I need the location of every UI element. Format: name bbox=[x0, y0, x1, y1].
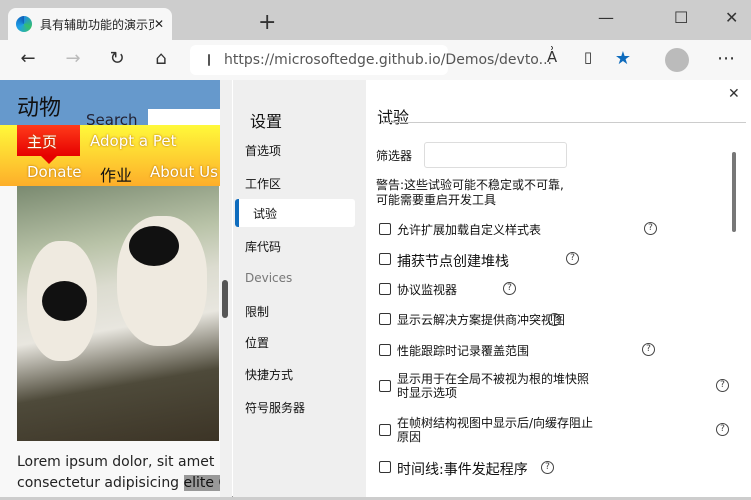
experiment-row[interactable]: 允许扩展加载自定义样式表 bbox=[379, 221, 541, 238]
settings-sidebar: 设置 首选项 工作区 试验 库代码 Devices 限制 位置 快捷方式 符号服… bbox=[233, 80, 366, 497]
filter-label: 筛选器 bbox=[376, 149, 413, 163]
experiment-label: 允许扩展加载自定义样式表 bbox=[397, 223, 542, 237]
refresh-button[interactable]: ↻ bbox=[105, 48, 129, 69]
web-page: 动物 Search 主页 Adopt a Pet Donate 作业 About… bbox=[0, 80, 232, 497]
lorem-line: Lorem ipsum dolor, sit amet bbox=[17, 454, 215, 470]
help-icon[interactable]: ? bbox=[566, 252, 579, 265]
close-window-button[interactable]: ✕ bbox=[725, 8, 738, 27]
filter-input[interactable] bbox=[424, 142, 567, 168]
close-settings-icon[interactable]: ✕ bbox=[728, 86, 740, 102]
tab-title: 具有辅助功能的演示页为 bbox=[40, 17, 154, 32]
experiment-row[interactable]: 显示云解决方案提供商冲突视图 bbox=[379, 311, 565, 328]
profile-avatar[interactable] bbox=[665, 48, 689, 72]
forward-button[interactable]: → bbox=[61, 48, 85, 69]
experiment-row[interactable]: 显示用于在全局不被视为根的堆快照时显示选项 bbox=[379, 372, 599, 400]
experiment-row[interactable]: 捕获节点创建堆栈 bbox=[379, 251, 509, 271]
experiment-row[interactable]: 协议监视器 bbox=[379, 281, 457, 298]
nav-work[interactable]: 作业 bbox=[100, 162, 132, 186]
sheep-image bbox=[17, 186, 219, 441]
experiment-label: 在帧树结构视图中显示后/向缓存阻止原因 bbox=[397, 416, 594, 444]
checkbox[interactable] bbox=[379, 253, 391, 265]
experiment-label: 时间线:事件发起程序 bbox=[397, 462, 528, 478]
checkbox[interactable] bbox=[379, 313, 391, 325]
new-tab-button[interactable]: + bbox=[258, 10, 276, 35]
page-scrollbar[interactable] bbox=[220, 80, 232, 497]
minimize-button[interactable]: — bbox=[598, 8, 614, 27]
experiment-row[interactable]: 时间线:事件发起程序 bbox=[379, 459, 528, 479]
page-heading: 动物 bbox=[17, 96, 62, 121]
help-icon[interactable]: ? bbox=[541, 461, 554, 474]
edge-logo-icon bbox=[16, 16, 32, 32]
browser-tab[interactable]: 具有辅助功能的演示页为 ✕ bbox=[8, 8, 172, 40]
help-icon[interactable]: ? bbox=[716, 379, 729, 392]
page-nav: 主页 Adopt a Pet Donate 作业 About Us bbox=[0, 125, 220, 186]
panel-scrollbar[interactable] bbox=[732, 152, 736, 232]
panel-title: 试验 bbox=[377, 108, 410, 127]
help-icon[interactable]: ? bbox=[642, 343, 655, 356]
nav-about[interactable]: About Us bbox=[150, 163, 218, 181]
sidebar-item-shortcuts[interactable]: 快捷方式 bbox=[245, 366, 293, 383]
checkbox[interactable] bbox=[379, 380, 391, 392]
checkbox[interactable] bbox=[379, 344, 391, 356]
sidebar-item-devices[interactable]: Devices bbox=[245, 271, 292, 285]
nav-donate[interactable]: Donate bbox=[27, 163, 82, 181]
home-button[interactable]: ⌂ bbox=[149, 48, 173, 69]
sidebar-item-throttling[interactable]: 限制 bbox=[245, 303, 269, 320]
experiments-panel: ✕ 试验 筛选器 警告:这些试验可能不稳定或不可靠, 可能需要重启开发工具 允许… bbox=[366, 80, 751, 497]
warning-text: 警告:这些试验可能不稳定或不可靠, 可能需要重启开发工具 bbox=[376, 178, 564, 207]
experiment-label: 显示云解决方案提供商冲突视图 bbox=[397, 313, 566, 327]
back-button[interactable]: ← bbox=[16, 48, 40, 69]
favorite-star-icon[interactable]: ★ bbox=[611, 48, 635, 69]
experiment-row[interactable]: 性能跟踪时记录覆盖范围 bbox=[379, 342, 529, 359]
experiment-label: 性能跟踪时记录覆盖范围 bbox=[397, 344, 530, 358]
sidebar-item-locations[interactable]: 位置 bbox=[245, 334, 269, 351]
lorem-line: consectetur adipisicing bbox=[17, 475, 184, 491]
experiment-label: 显示用于在全局不被视为根的堆快照时显示选项 bbox=[397, 372, 590, 400]
checkbox[interactable] bbox=[379, 461, 391, 473]
url-text: https://microsoftedge.github.io/Demos/de… bbox=[224, 52, 552, 68]
immersive-reader-icon[interactable]: ▯ bbox=[576, 48, 600, 66]
checkbox[interactable] bbox=[379, 223, 391, 235]
experiment-label: 捕获节点创建堆栈 bbox=[397, 254, 509, 270]
divider bbox=[381, 122, 746, 123]
sidebar-item-ignore-list[interactable]: 库代码 bbox=[245, 238, 281, 255]
nav-adopt[interactable]: Adopt a Pet bbox=[90, 132, 176, 150]
help-icon[interactable]: ? bbox=[644, 222, 657, 235]
scrollbar-thumb[interactable] bbox=[222, 280, 228, 318]
experiment-label: 协议监视器 bbox=[397, 283, 458, 297]
help-icon[interactable]: ? bbox=[716, 423, 729, 436]
nav-home[interactable]: 主页 bbox=[17, 125, 80, 164]
experiment-row[interactable]: 在帧树结构视图中显示后/向缓存阻止原因 bbox=[379, 416, 599, 444]
help-icon[interactable]: ? bbox=[503, 282, 516, 295]
close-tab-icon[interactable]: ✕ bbox=[154, 17, 164, 31]
checkbox[interactable] bbox=[379, 424, 391, 436]
page-header: 动物 Search bbox=[0, 80, 220, 129]
read-aloud-icon[interactable]: A͗ bbox=[540, 48, 564, 66]
settings-title: 设置 bbox=[250, 112, 283, 131]
sidebar-item-symbol-server[interactable]: 符号服务器 bbox=[245, 399, 305, 416]
sidebar-item-experiments[interactable]: 试验 bbox=[235, 199, 355, 227]
more-menu-icon[interactable]: ⋯ bbox=[714, 48, 738, 69]
sidebar-item-preferences[interactable]: 首选项 bbox=[245, 142, 281, 159]
sidebar-item-workspace[interactable]: 工作区 bbox=[245, 175, 281, 192]
checkbox[interactable] bbox=[379, 283, 391, 295]
lorem-text: Lorem ipsum dolor, sit amet consectetur … bbox=[17, 452, 232, 494]
help-icon[interactable]: ? bbox=[548, 313, 561, 326]
address-bar[interactable]: https://microsoftedge.github.io/Demos/de… bbox=[190, 45, 552, 75]
lock-icon bbox=[208, 54, 210, 66]
maximize-button[interactable]: ☐ bbox=[674, 8, 688, 27]
